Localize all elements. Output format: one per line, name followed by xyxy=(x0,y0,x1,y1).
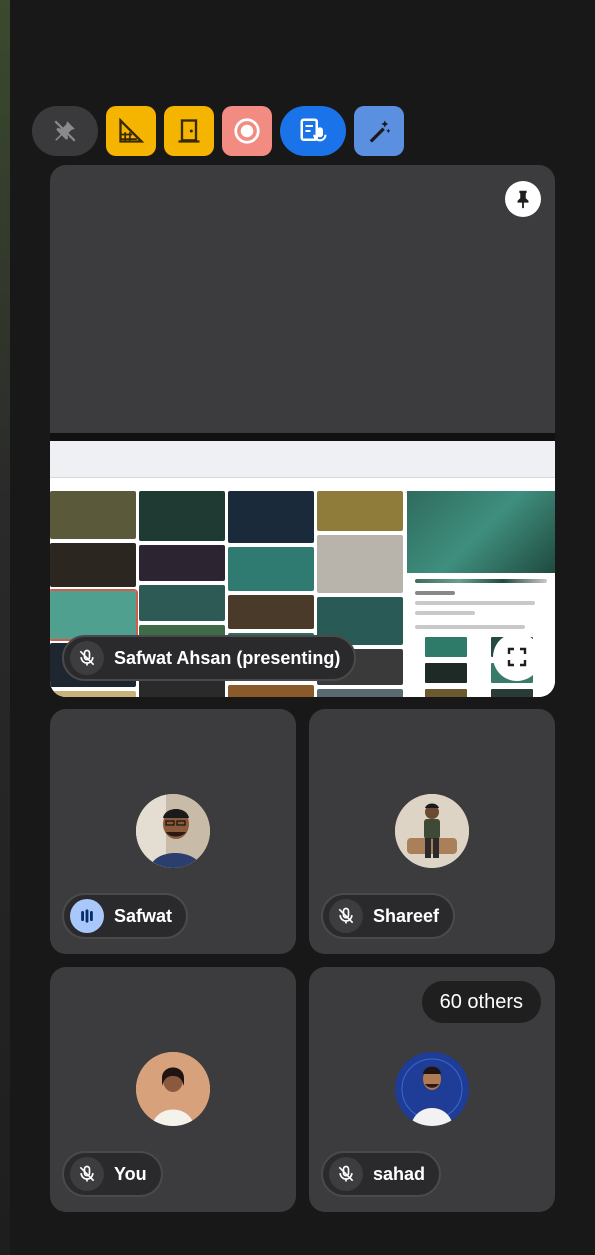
mic-muted-indicator xyxy=(70,1157,104,1191)
detail-meta-line xyxy=(415,611,475,615)
avatar xyxy=(136,1052,210,1126)
fullscreen-icon xyxy=(507,647,527,667)
grid-thumb xyxy=(50,691,136,697)
mic-muted-indicator xyxy=(329,1157,363,1191)
left-edge-strip xyxy=(0,0,10,1255)
grid-thumb xyxy=(139,491,225,541)
avatar xyxy=(395,1052,469,1126)
participant-name: You xyxy=(114,1163,147,1184)
speaking-indicator xyxy=(70,899,104,933)
grid-thumb xyxy=(50,589,138,641)
avatar xyxy=(136,794,210,868)
avatar-shareef-image xyxy=(395,794,469,868)
avatar xyxy=(395,794,469,868)
related-thumb xyxy=(425,689,467,697)
grid-thumb xyxy=(50,491,136,539)
detail-title-line xyxy=(415,591,455,595)
record-button[interactable] xyxy=(222,106,272,156)
meeting-toolbar xyxy=(32,106,404,156)
grid-thumb xyxy=(228,547,314,591)
avatar-you-image xyxy=(136,1052,210,1126)
grid-thumb xyxy=(139,585,225,621)
others-count-badge[interactable]: 60 others xyxy=(421,981,541,1023)
breakout-rooms-button[interactable] xyxy=(164,106,214,156)
grid-thumb xyxy=(228,491,314,543)
related-thumb xyxy=(425,663,467,683)
participant-name-pill: sahad xyxy=(321,1151,442,1197)
participant-name: Shareef xyxy=(373,905,440,926)
grid-thumb xyxy=(139,545,225,581)
meeting-window: Safwat Ahsan (presenting) Safwat Shareef… xyxy=(0,0,595,1255)
pin-off-icon xyxy=(54,120,76,142)
fullscreen-button[interactable] xyxy=(493,633,541,681)
presentation-tile[interactable]: Safwat Ahsan (presenting) xyxy=(50,165,555,697)
record-icon xyxy=(234,118,260,144)
pin-icon xyxy=(517,190,529,209)
layout-grid-button[interactable] xyxy=(106,106,156,156)
participant-tile-shareef[interactable]: Shareef xyxy=(309,709,555,954)
browser-chrome xyxy=(50,441,555,478)
participant-name-pill: Shareef xyxy=(321,893,456,939)
presenter-name: Safwat Ahsan (presenting) xyxy=(114,647,341,668)
participant-tile-you[interactable]: You xyxy=(50,967,296,1212)
participant-tile-sahad[interactable]: 60 others sahad xyxy=(309,967,555,1212)
detail-meta-line xyxy=(415,625,525,629)
grid-thumb xyxy=(228,685,314,697)
magic-pen-icon xyxy=(369,120,391,143)
grid-thumb xyxy=(317,535,403,593)
participant-name: sahad xyxy=(373,1163,426,1184)
mic-off-icon xyxy=(79,1165,95,1182)
mic-off-icon xyxy=(338,907,354,924)
others-count-label: 60 others xyxy=(439,990,523,1013)
screen-topbar xyxy=(50,433,555,441)
grid-thumb xyxy=(50,543,136,587)
participant-name-pill: Safwat xyxy=(62,893,189,939)
effects-button[interactable] xyxy=(354,106,404,156)
grid-thumb xyxy=(317,491,403,531)
avatar-sahad-image xyxy=(395,1052,469,1126)
audio-level-icon xyxy=(81,909,93,923)
detail-hero-image xyxy=(407,491,555,573)
palette-strip xyxy=(415,579,547,583)
grid-thumb xyxy=(228,595,314,629)
door-icon xyxy=(178,119,200,143)
mic-off-icon xyxy=(338,1165,354,1182)
ruler-grid-icon xyxy=(119,117,145,143)
pin-button[interactable] xyxy=(505,181,541,217)
presenter-name-pill: Safwat Ahsan (presenting) xyxy=(62,635,357,681)
mic-muted-indicator xyxy=(70,641,104,675)
related-thumb xyxy=(491,689,533,697)
related-thumb xyxy=(425,637,467,657)
transcript-icon xyxy=(300,118,327,142)
mic-off-icon xyxy=(79,649,95,666)
participant-name-pill: You xyxy=(62,1151,163,1197)
detail-meta-line xyxy=(415,601,535,605)
unpin-button[interactable] xyxy=(32,106,98,156)
avatar-safwat-image xyxy=(136,794,210,868)
transcript-button[interactable] xyxy=(280,106,346,156)
participant-tile-safwat[interactable]: Safwat xyxy=(50,709,296,954)
mic-muted-indicator xyxy=(329,899,363,933)
participant-name: Safwat xyxy=(114,905,173,926)
grid-thumb xyxy=(317,689,403,697)
